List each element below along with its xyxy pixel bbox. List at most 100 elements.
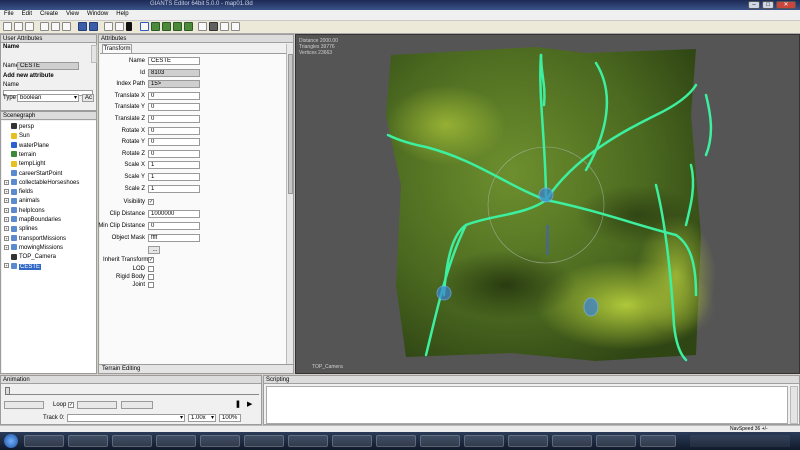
- paste-icon[interactable]: [62, 22, 71, 31]
- scenegraph-item[interactable]: terrain: [11, 151, 36, 159]
- open-file-icon[interactable]: [14, 22, 23, 31]
- scenegraph-item[interactable]: TOP_Camera: [11, 253, 56, 261]
- expand-icon[interactable]: +: [4, 216, 9, 222]
- attribute-value-input[interactable]: 0: [148, 138, 200, 147]
- copy-icon[interactable]: [51, 22, 60, 31]
- attribute-value-input[interactable]: CESTE: [148, 57, 200, 65]
- menu-help[interactable]: Help: [112, 10, 132, 18]
- min-clip-distance-input[interactable]: 0: [148, 222, 200, 230]
- user-attributes-scrollbar[interactable]: [91, 45, 97, 63]
- grid-icon[interactable]: [198, 22, 207, 31]
- pause-icon[interactable]: ❚: [235, 400, 243, 409]
- start-button-icon[interactable]: [4, 434, 18, 448]
- scenegraph-item[interactable]: persp: [11, 123, 34, 131]
- rigid-body-checkbox[interactable]: [148, 274, 154, 280]
- expand-icon[interactable]: +: [4, 263, 9, 269]
- attribute-value-input[interactable]: 1: [148, 184, 200, 193]
- scenegraph-item[interactable]: + mowingMissions: [4, 244, 63, 252]
- taskbar-app[interactable]: [156, 435, 196, 447]
- object-mask-button[interactable]: ...: [148, 246, 160, 254]
- new-file-icon[interactable]: [3, 22, 12, 31]
- attribute-value-input[interactable]: 0: [148, 91, 200, 100]
- shading-icon[interactable]: [220, 22, 229, 31]
- menu-view[interactable]: View: [62, 10, 83, 18]
- attribute-value-input[interactable]: 1: [148, 173, 200, 181]
- taskbar-app[interactable]: [288, 435, 328, 447]
- type-select[interactable]: boolean ▾: [17, 94, 79, 102]
- menu-create[interactable]: Create: [36, 10, 62, 18]
- close-button[interactable]: ✕: [776, 1, 796, 9]
- tab-terrain-editing[interactable]: Terrain Editing: [99, 364, 293, 373]
- rotate-tool-icon[interactable]: [115, 22, 124, 31]
- taskbar-app[interactable]: [244, 435, 284, 447]
- expand-icon[interactable]: +: [4, 179, 9, 185]
- menu-file[interactable]: File: [0, 10, 18, 18]
- scenegraph-item[interactable]: + collectableHorseshoes: [4, 179, 79, 187]
- animation-timeline-slider[interactable]: [5, 387, 259, 395]
- attributes-scrollbar[interactable]: [286, 44, 293, 364]
- maximize-button[interactable]: □: [762, 1, 774, 9]
- taskbar-app[interactable]: [508, 435, 548, 447]
- scenegraph-item[interactable]: + fields: [4, 188, 33, 196]
- add-attribute-button[interactable]: Ac: [82, 94, 94, 102]
- system-tray[interactable]: [690, 435, 790, 447]
- expand-icon[interactable]: +: [4, 226, 9, 232]
- scenegraph-item[interactable]: waterPlane: [11, 142, 49, 150]
- terrain-paint-icon[interactable]: [162, 22, 171, 31]
- taskbar-app[interactable]: [24, 435, 64, 447]
- render-mode-icon[interactable]: [209, 22, 218, 31]
- speed-select[interactable]: 1.00x ▾: [188, 414, 216, 422]
- play-icon[interactable]: [126, 22, 132, 31]
- foliage-paint-icon[interactable]: [173, 22, 182, 31]
- visibility-checkbox[interactable]: ✓: [148, 199, 154, 205]
- taskbar-app[interactable]: [552, 435, 592, 447]
- viewport-3d[interactable]: Distance 2000.00 Triangles 39776 Vertice…: [295, 34, 800, 374]
- attributes-scrollbar-thumb[interactable]: [288, 54, 293, 194]
- name-value-field[interactable]: CESTE: [17, 62, 79, 70]
- clip-distance-input[interactable]: 1000000: [148, 210, 200, 218]
- scenegraph-item[interactable]: + animals: [4, 197, 40, 205]
- scripting-scrollbar[interactable]: [790, 386, 798, 424]
- undo-icon[interactable]: [78, 22, 87, 31]
- redo-icon[interactable]: [89, 22, 98, 31]
- taskbar-app[interactable]: [112, 435, 152, 447]
- scenegraph-item[interactable]: + CESTE: [4, 262, 42, 271]
- move-tool-icon[interactable]: [104, 22, 113, 31]
- attribute-value-input[interactable]: 8103: [148, 68, 200, 77]
- animation-end-field[interactable]: [121, 401, 153, 409]
- menu-edit[interactable]: Edit: [18, 10, 36, 18]
- scenegraph-item[interactable]: tempLight: [11, 160, 45, 168]
- taskbar-app[interactable]: [420, 435, 460, 447]
- scenegraph-item[interactable]: + splines: [4, 225, 38, 233]
- scenegraph-item[interactable]: + mapBoundaries: [4, 216, 61, 224]
- terrain-view[interactable]: [296, 35, 800, 374]
- minimize-button[interactable]: –: [748, 1, 760, 9]
- loop-checkbox[interactable]: ✓: [68, 402, 74, 408]
- taskbar-app[interactable]: [464, 435, 504, 447]
- attribute-value-input[interactable]: 0: [148, 115, 200, 123]
- object-mask-input[interactable]: ffff: [148, 234, 200, 242]
- save-icon[interactable]: [25, 22, 34, 31]
- attribute-value-input[interactable]: 0: [148, 126, 200, 135]
- menu-window[interactable]: Window: [83, 10, 112, 18]
- expand-icon[interactable]: +: [4, 189, 9, 195]
- attribute-value-input[interactable]: 0: [148, 103, 200, 112]
- inherit-transform-checkbox[interactable]: ✓: [148, 257, 154, 263]
- taskbar-app[interactable]: [332, 435, 372, 447]
- terrain-smooth-icon[interactable]: [184, 22, 193, 31]
- expand-icon[interactable]: +: [4, 198, 9, 204]
- terrain-sculpt-icon[interactable]: [151, 22, 160, 31]
- tab-transform[interactable]: Transform: [102, 44, 132, 53]
- scenegraph-item[interactable]: careerStartPoint: [11, 169, 62, 178]
- expand-icon[interactable]: +: [4, 244, 9, 250]
- cut-icon[interactable]: [40, 22, 49, 31]
- taskbar-app[interactable]: [640, 435, 676, 447]
- attribute-value-input[interactable]: 15>: [148, 80, 200, 89]
- expand-icon[interactable]: +: [4, 207, 9, 213]
- taskbar-app[interactable]: [596, 435, 636, 447]
- animation-start-field[interactable]: [77, 401, 117, 409]
- lighting-icon[interactable]: [231, 22, 240, 31]
- taskbar-app[interactable]: [200, 435, 240, 447]
- scripting-console[interactable]: [266, 386, 788, 424]
- expand-icon[interactable]: +: [4, 235, 9, 241]
